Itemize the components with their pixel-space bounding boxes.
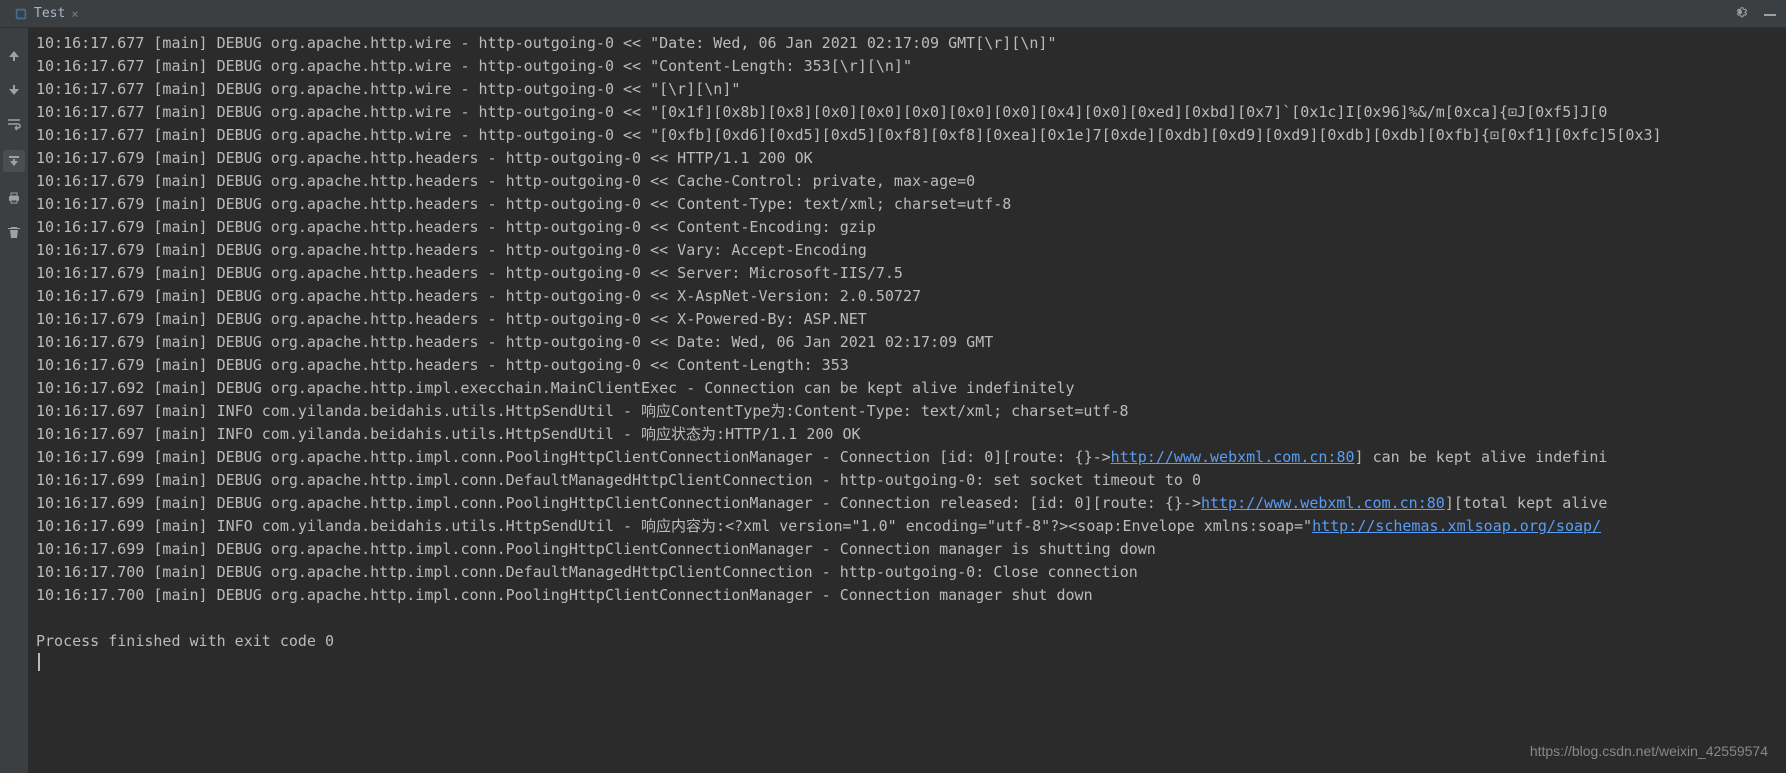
log-text: 10:16:17.699 [main] DEBUG org.apache.htt… (36, 448, 1111, 466)
console-output[interactable]: 10:16:17.677 [main] DEBUG org.apache.htt… (28, 28, 1786, 773)
run-tab[interactable]: Test × (8, 6, 85, 21)
log-text: 10:16:17.699 [main] DEBUG org.apache.htt… (36, 494, 1201, 512)
log-line: 10:16:17.699 [main] DEBUG org.apache.htt… (36, 469, 1778, 492)
log-line: 10:16:17.677 [main] DEBUG org.apache.htt… (36, 124, 1778, 147)
log-line: 10:16:17.679 [main] DEBUG org.apache.htt… (36, 239, 1778, 262)
log-line: 10:16:17.679 [main] DEBUG org.apache.htt… (36, 262, 1778, 285)
log-line: 10:16:17.679 [main] DEBUG org.apache.htt… (36, 216, 1778, 239)
watermark: https://blog.csdn.net/weixin_42559574 (1530, 743, 1768, 759)
titlebar-right (1732, 4, 1778, 24)
log-url-link[interactable]: http://www.webxml.com.cn:80 (1201, 494, 1445, 512)
arrow-up-icon[interactable] (6, 48, 22, 64)
log-line: 10:16:17.679 [main] DEBUG org.apache.htt… (36, 285, 1778, 308)
log-line: 10:16:17.679 [main] DEBUG org.apache.htt… (36, 354, 1778, 377)
log-line: 10:16:17.677 [main] DEBUG org.apache.htt… (36, 32, 1778, 55)
arrow-down-icon[interactable] (6, 82, 22, 98)
log-line: 10:16:17.700 [main] DEBUG org.apache.htt… (36, 584, 1778, 607)
close-tab-icon[interactable]: × (71, 7, 78, 21)
console-titlebar: Test × (0, 0, 1786, 28)
log-text: ] can be kept alive indefini (1355, 448, 1608, 466)
run-config-icon (14, 7, 28, 21)
log-line: 10:16:17.699 [main] INFO com.yilanda.bei… (36, 515, 1778, 538)
log-text: ][total kept alive (1445, 494, 1608, 512)
log-line: 10:16:17.699 [main] DEBUG org.apache.htt… (36, 492, 1778, 515)
log-url-link[interactable]: http://www.webxml.com.cn:80 (1111, 448, 1355, 466)
log-line: 10:16:17.697 [main] INFO com.yilanda.bei… (36, 400, 1778, 423)
log-line: 10:16:17.700 [main] DEBUG org.apache.htt… (36, 561, 1778, 584)
log-text: 10:16:17.699 [main] INFO com.yilanda.bei… (36, 517, 1312, 535)
print-icon[interactable] (6, 190, 22, 206)
scroll-to-end-icon[interactable] (3, 150, 25, 172)
blank-line (36, 607, 1778, 630)
log-line: 10:16:17.679 [main] DEBUG org.apache.htt… (36, 193, 1778, 216)
gear-icon[interactable] (1732, 4, 1748, 24)
log-url-link[interactable]: http://schemas.xmlsoap.org/soap/ (1312, 517, 1601, 535)
log-line: 10:16:17.677 [main] DEBUG org.apache.htt… (36, 78, 1778, 101)
content-area: 10:16:17.677 [main] DEBUG org.apache.htt… (0, 28, 1786, 773)
soft-wrap-icon[interactable] (6, 116, 22, 132)
run-tool-gutter (0, 28, 28, 773)
tab-title: Test (34, 6, 65, 21)
cursor (38, 653, 1778, 671)
log-line: 10:16:17.679 [main] DEBUG org.apache.htt… (36, 170, 1778, 193)
titlebar-left: Test × (8, 6, 85, 21)
log-line: 10:16:17.677 [main] DEBUG org.apache.htt… (36, 55, 1778, 78)
log-line: 10:16:17.679 [main] DEBUG org.apache.htt… (36, 331, 1778, 354)
minimize-icon[interactable] (1762, 4, 1778, 24)
log-line: 10:16:17.699 [main] DEBUG org.apache.htt… (36, 446, 1778, 469)
log-line: 10:16:17.697 [main] INFO com.yilanda.bei… (36, 423, 1778, 446)
log-line: 10:16:17.692 [main] DEBUG org.apache.htt… (36, 377, 1778, 400)
trash-icon[interactable] (6, 224, 22, 240)
log-line: 10:16:17.699 [main] DEBUG org.apache.htt… (36, 538, 1778, 561)
log-line: 10:16:17.679 [main] DEBUG org.apache.htt… (36, 308, 1778, 331)
exit-message: Process finished with exit code 0 (36, 630, 1778, 653)
log-line: 10:16:17.679 [main] DEBUG org.apache.htt… (36, 147, 1778, 170)
log-line: 10:16:17.677 [main] DEBUG org.apache.htt… (36, 101, 1778, 124)
